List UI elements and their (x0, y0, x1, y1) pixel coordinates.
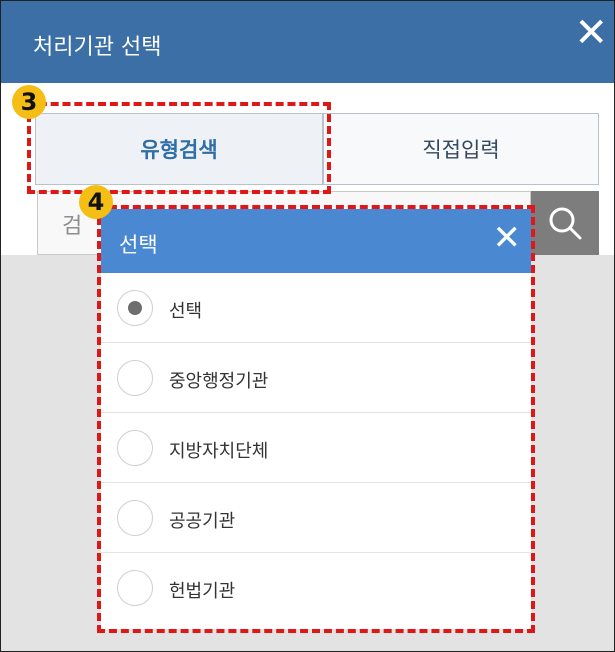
highlight-box-4 (97, 205, 535, 633)
close-icon[interactable]: ✕ (574, 13, 608, 53)
step-badge-4: 4 (79, 185, 113, 219)
tab-direct-input[interactable]: 직접입력 (323, 113, 599, 185)
window-title: 처리기관 선택 (33, 35, 162, 60)
title-bar: 처리기관 선택 ✕ (1, 1, 614, 83)
dialog-window: 처리기관 선택 ✕ 유형검색 직접입력 검 선택 ✕ 선택 중앙행정기관 지방자… (0, 0, 615, 652)
search-icon (549, 207, 582, 240)
search-placeholder: 검 (62, 214, 83, 239)
search-button[interactable] (531, 191, 599, 255)
step-badge-3: 3 (12, 85, 46, 119)
highlight-box-3 (27, 102, 331, 194)
